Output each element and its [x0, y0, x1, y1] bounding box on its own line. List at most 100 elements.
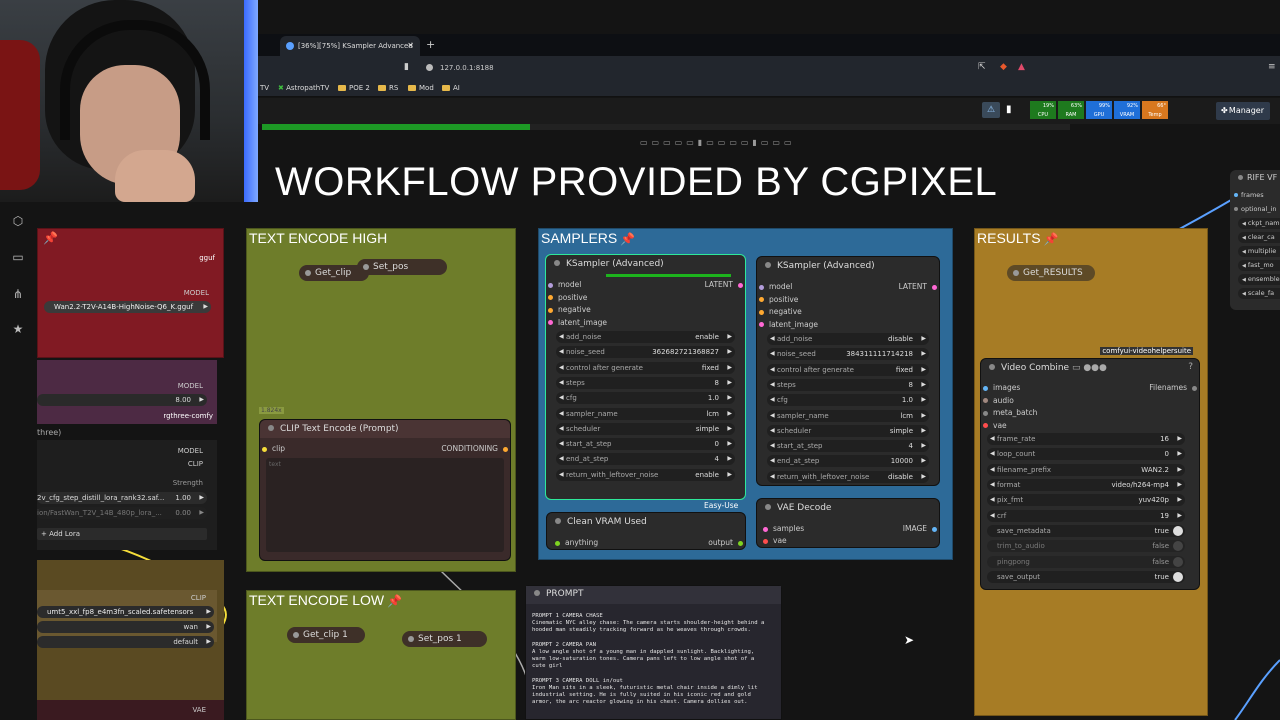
collapse-dot-icon[interactable]	[989, 364, 995, 370]
rife-clear-ca[interactable]: ◀ clear_ca	[1238, 232, 1280, 243]
widget-steps[interactable]: ◀ steps 8 ▶	[767, 378, 929, 391]
output-output[interactable]: output	[708, 538, 743, 547]
widget-noise-seed[interactable]: ◀ noise_seed 362682721368827 ▶	[556, 346, 735, 359]
widget-sampler-name[interactable]: ◀ sampler_name lcm ▶	[767, 409, 929, 422]
ksampler-advanced-2[interactable]: KSampler (Advanced) model positive negative…	[756, 256, 940, 486]
widget-add-noise[interactable]: ◀ add_noise disable ▶	[767, 333, 929, 345]
help-icon[interactable]: ?	[1188, 362, 1193, 372]
prompt-note-node[interactable]: PROMPT PROMPT 1 CAMERA CHASE Cinematic NY…	[525, 585, 782, 720]
get-clip-1-node[interactable]: Get_clip 1	[287, 627, 365, 643]
clip-type-widget[interactable]: wan ▶	[37, 621, 214, 633]
input-negative[interactable]: negative	[759, 307, 802, 316]
input-meta-batch[interactable]: meta_batch	[983, 408, 1037, 417]
widget-frame-rate[interactable]: ◀ frame_rate 16 ▶	[987, 433, 1185, 445]
get-results-node[interactable]: Get_RESULTS	[1007, 265, 1095, 281]
strength-widget[interactable]: 8.00 ▶	[37, 394, 207, 406]
widget-return-with-leftover-noise[interactable]: ◀ return_with_leftover_noise enable ▶	[556, 468, 735, 481]
input-images[interactable]: images	[983, 383, 1020, 392]
collapse-dot-icon[interactable]	[554, 260, 560, 266]
widget-filename-prefix[interactable]: ◀ filename_prefix WAN2.2 ▶	[987, 463, 1185, 476]
rife-scale-fa[interactable]: ◀ scale_fa	[1238, 288, 1280, 299]
output-latent[interactable]: LATENT	[899, 282, 937, 291]
input-vae[interactable]: vae	[763, 536, 787, 545]
ksampler-advanced-1[interactable]: KSampler (Advanced) model positive negative…	[545, 254, 746, 500]
output-filenames[interactable]: Filenames	[1149, 383, 1197, 392]
pin-icon[interactable]: 📌	[1044, 232, 1059, 246]
widget-end-at-step[interactable]: ◀ end_at_step 10000 ▶	[767, 455, 929, 468]
prompt-textarea[interactable]: text	[266, 458, 504, 552]
input-clip[interactable]: clip	[262, 444, 285, 453]
input-latent-image[interactable]: latent_image	[548, 318, 607, 327]
rife-multiplie[interactable]: ◀ multiplie	[1238, 246, 1280, 257]
vae-decode-node[interactable]: VAE Decode samples vae IMAGE	[756, 498, 940, 548]
video-combine-node[interactable]: Video Combine ▭ ●●● ? Filenames images au…	[980, 358, 1200, 590]
pin-icon[interactable]: 📌	[387, 594, 402, 608]
arrow-left-icon: ◀	[1242, 263, 1246, 269]
unet-name-widget[interactable]: Wan2.2-T2V-A14B-HighNoise-Q6_K.gguf ▶	[44, 301, 211, 313]
collapse-dot-icon[interactable]	[765, 262, 771, 268]
widget-format[interactable]: ◀ format video/h264-mp4 ▶	[987, 478, 1185, 491]
widget-name: sampler_name	[566, 409, 618, 418]
collapse-dot-icon[interactable]	[1238, 175, 1243, 180]
lora-row-2[interactable]: ion/FastWan_T2V_14B_480p_lora_... 0.00 ▶	[37, 507, 207, 519]
lora-row-1[interactable]: 2v_cfg_step_distill_lora_rank32.saf... 1.…	[37, 492, 207, 504]
rife-frames[interactable]: frames	[1234, 190, 1280, 201]
clip-text-encode-node[interactable]: CLIP Text Encode (Prompt) clip CONDITION…	[259, 419, 511, 561]
input-latent-image[interactable]: latent_image	[759, 320, 818, 329]
input-positive[interactable]: positive	[759, 295, 798, 304]
widget-pix-fmt[interactable]: ◀ pix_fmt yuv420p ▶	[987, 494, 1185, 507]
input-anything[interactable]: anything	[555, 538, 598, 547]
rife-vfi-node[interactable]: RIFE VF frames optional_in ◀ ckpt_nam ◀ clear…	[1230, 170, 1280, 310]
widget-scheduler[interactable]: ◀ scheduler simple ▶	[556, 422, 735, 435]
set-pos-1-node[interactable]: Set_pos 1	[402, 631, 487, 647]
widget-cfg[interactable]: ◀ cfg 1.0 ▶	[767, 394, 929, 407]
widget-return-with-leftover-noise[interactable]: ◀ return_with_leftover_noise disable ▶	[767, 470, 929, 483]
input-positive[interactable]: positive	[548, 293, 587, 302]
prompt-text[interactable]: PROMPT 1 CAMERA CHASE Cinematic NYC alley…	[532, 613, 777, 707]
widget-cfg[interactable]: ◀ cfg 1.0 ▶	[556, 392, 735, 405]
clean-vram-node[interactable]: Clean VRAM Used anything output	[546, 512, 746, 550]
widget-end-at-step[interactable]: ◀ end_at_step 4 ▶	[556, 453, 735, 466]
widget-crf[interactable]: ◀ crf 19 ▶	[987, 509, 1185, 522]
widget-scheduler[interactable]: ◀ scheduler simple ▶	[767, 424, 929, 437]
output-latent[interactable]: LATENT	[705, 280, 743, 289]
widget-noise-seed[interactable]: ◀ noise_seed 384311111714218 ▶	[767, 348, 929, 361]
pin-icon[interactable]: 📌	[43, 231, 58, 245]
toggle-save-metadata[interactable]: save_metadata true	[987, 525, 1185, 537]
widget-start-at-step[interactable]: ◀ start_at_step 0 ▶	[556, 438, 735, 451]
toggle-trim-to-audio[interactable]: trim_to_audio false	[987, 540, 1185, 553]
collapse-dot-icon[interactable]	[555, 518, 561, 524]
clip-device-widget[interactable]: default ▶	[37, 636, 214, 648]
output-image[interactable]: IMAGE	[903, 524, 937, 533]
widget-value: yuv420p	[1138, 496, 1169, 505]
widget-control-after-generate[interactable]: ◀ control after generate fixed ▶	[556, 361, 735, 374]
widget-loop-count[interactable]: ◀ loop_count 0 ▶	[987, 448, 1185, 461]
output-conditioning[interactable]: CONDITIONING	[441, 444, 508, 453]
clip-name-widget[interactable]: umt5_xxl_fp8_e4m3fn_scaled.safetensors ▶	[37, 606, 214, 618]
toggle-pingpong[interactable]: pingpong false	[987, 555, 1185, 568]
input-negative[interactable]: negative	[548, 305, 591, 314]
rife-optional-in[interactable]: optional_in	[1234, 204, 1280, 215]
set-pos-node[interactable]: Set_pos	[357, 259, 447, 275]
collapse-dot-icon[interactable]	[765, 504, 771, 510]
input-audio[interactable]: audio	[983, 396, 1014, 405]
input-model[interactable]: model	[759, 282, 792, 291]
add-lora-button[interactable]: + Add Lora	[37, 528, 207, 540]
toggle-save-output[interactable]: save_output true	[987, 570, 1185, 583]
rife-ckpt-nam[interactable]: ◀ ckpt_nam	[1238, 218, 1280, 229]
input-samples[interactable]: samples	[763, 524, 804, 533]
widget-sampler-name[interactable]: ◀ sampler_name lcm ▶	[556, 407, 735, 420]
widget-control-after-generate[interactable]: ◀ control after generate fixed ▶	[767, 363, 929, 376]
widget-steps[interactable]: ◀ steps 8 ▶	[556, 376, 735, 389]
collapse-dot-icon[interactable]	[534, 590, 540, 596]
pin-icon[interactable]: 📌	[620, 232, 635, 246]
group-text-encode-low[interactable]: TEXT ENCODE LOW 📌 Get_clip 1 Set_pos 1	[246, 590, 516, 720]
rife-fast-mo[interactable]: ◀ fast_mo	[1238, 260, 1280, 271]
input-vae[interactable]: vae	[983, 421, 1007, 430]
widget-add-noise[interactable]: ◀ add_noise enable ▶	[556, 331, 735, 343]
group-text-encode-high[interactable]: TEXT ENCODE HIGH Get_clip Set_pos 1.824x…	[246, 228, 516, 572]
input-model[interactable]: model	[548, 280, 581, 289]
widget-start-at-step[interactable]: ◀ start_at_step 4 ▶	[767, 440, 929, 453]
rife-ensemble[interactable]: ◀ ensemble	[1238, 274, 1280, 285]
collapse-dot-icon[interactable]	[268, 425, 274, 431]
